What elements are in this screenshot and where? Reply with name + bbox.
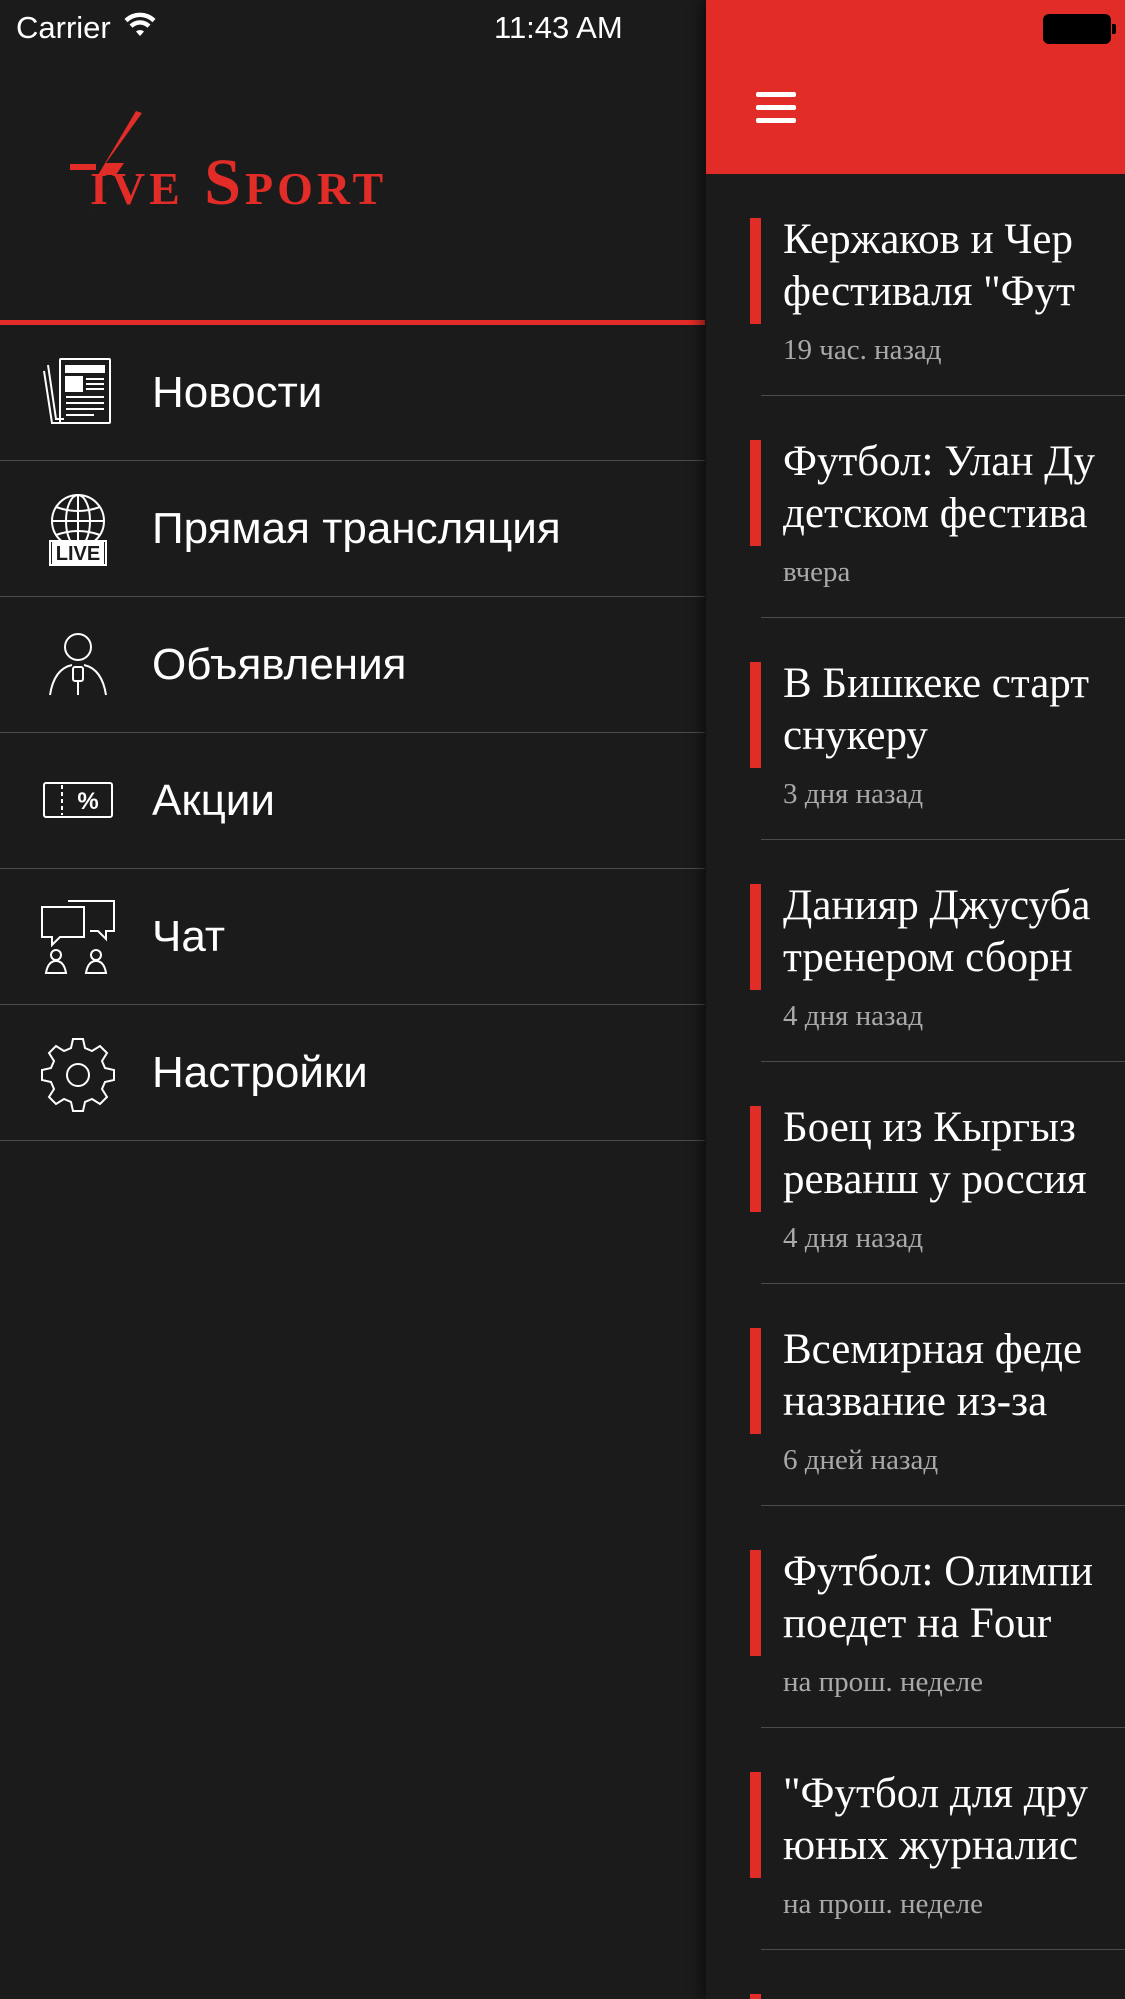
hamburger-icon[interactable] <box>756 92 796 126</box>
news-accent-bar <box>750 1994 761 1999</box>
news-item[interactable]: Футбол: Улан Ду детском фестива вчера <box>706 396 1125 618</box>
news-accent-bar <box>750 1772 761 1878</box>
news-time: 6 дней назад <box>783 1444 939 1476</box>
battery-icon <box>1043 14 1116 44</box>
discount-ticket-icon: % <box>38 761 118 841</box>
news-time: 19 час. назад <box>783 334 942 366</box>
menu-item-promotions[interactable]: % Акции <box>0 733 705 869</box>
menu-item-announcements[interactable]: Объявления <box>0 597 705 733</box>
news-time: вчера <box>783 556 851 588</box>
news-time: 3 дня назад <box>783 778 924 810</box>
menu-label-settings: Настройки <box>152 1047 368 1097</box>
news-item[interactable]: Всемирная феде название из-за 6 дней наз… <box>706 1284 1125 1506</box>
chat-icon <box>38 897 118 977</box>
news-item[interactable]: "Футбол для дру юных журналис на прош. н… <box>706 1728 1125 1950</box>
news-item[interactable]: Кержаков и Чер фестиваля "Фут 19 час. на… <box>706 174 1125 396</box>
news-accent-bar <box>750 662 761 768</box>
menu-label-live: Прямая трансляция <box>152 503 561 553</box>
news-time: на прош. неделе <box>783 1888 983 1920</box>
news-list: Кержаков и Чер фестиваля "Фут 19 час. на… <box>706 174 1125 1950</box>
news-accent-bar <box>750 440 761 546</box>
news-time: 4 дня назад <box>783 1222 924 1254</box>
news-title: Футбол: Олимпи поедет на Four <box>783 1548 1093 1647</box>
news-title: Боец из Кыргыз реванш у россия <box>783 1104 1087 1203</box>
news-accent-bar <box>750 1550 761 1656</box>
news-item[interactable]: Боец из Кыргыз реванш у россия 4 дня наз… <box>706 1062 1125 1284</box>
news-title: Кержаков и Чер фестиваля "Фут <box>783 216 1075 315</box>
logo-wordmark: ive Sport <box>90 146 388 219</box>
wifi-icon <box>123 10 157 46</box>
news-title: В Бишкеке старт снукеру <box>783 660 1090 759</box>
svg-text:LIVE: LIVE <box>56 543 100 565</box>
svg-text:%: % <box>77 788 98 815</box>
news-item[interactable]: В Бишкеке старт снукеру 3 дня назад <box>706 618 1125 840</box>
news-item[interactable]: Футбол: Олимпи поедет на Four на прош. н… <box>706 1506 1125 1728</box>
status-time: 11:43 AM <box>494 10 623 45</box>
news-accent-bar <box>750 884 761 990</box>
news-title: Футбол: Улан Ду детском фестива <box>783 438 1095 537</box>
person-announcement-icon <box>38 625 118 705</box>
menu-label-chat: Чат <box>152 911 225 961</box>
menu-label-promotions: Акции <box>152 775 275 825</box>
news-time: 4 дня назад <box>783 1000 924 1032</box>
carrier-label: Carrier <box>16 10 111 45</box>
side-drawer: Carrier 11:43 AM ive Sport Новости LIVE … <box>0 0 705 1999</box>
news-accent-bar <box>750 1106 761 1212</box>
drawer-menu: Новости LIVE Прямая трансляция Объявлени… <box>0 325 705 1141</box>
news-title: "Футбол для дру юных журналис <box>783 1770 1089 1869</box>
news-item[interactable]: Данияр Джусуба тренером сборн 4 дня наза… <box>706 840 1125 1062</box>
news-title: Данияр Джусуба тренером сборн <box>783 882 1091 981</box>
news-header-bar <box>706 0 1125 174</box>
live-globe-icon: LIVE <box>38 489 118 569</box>
menu-item-news[interactable]: Новости <box>0 325 705 461</box>
gear-icon <box>38 1033 118 1113</box>
news-time: на прош. неделе <box>783 1666 983 1698</box>
menu-item-settings[interactable]: Настройки <box>0 1005 705 1141</box>
news-accent-bar <box>750 218 761 324</box>
menu-label-announcements: Объявления <box>152 639 407 689</box>
menu-item-live[interactable]: LIVE Прямая трансляция <box>0 461 705 597</box>
news-accent-bar <box>750 1328 761 1434</box>
news-title: Всемирная феде название из-за <box>783 1326 1083 1425</box>
menu-item-chat[interactable]: Чат <box>0 869 705 1005</box>
newspaper-icon <box>38 353 118 433</box>
news-feed-panel[interactable]: Кержаков и Чер фестиваля "Фут 19 час. на… <box>706 0 1125 1999</box>
menu-label-news: Новости <box>152 367 323 417</box>
news-divider <box>761 1949 1125 1950</box>
status-bar-left: Carrier <box>16 6 157 50</box>
